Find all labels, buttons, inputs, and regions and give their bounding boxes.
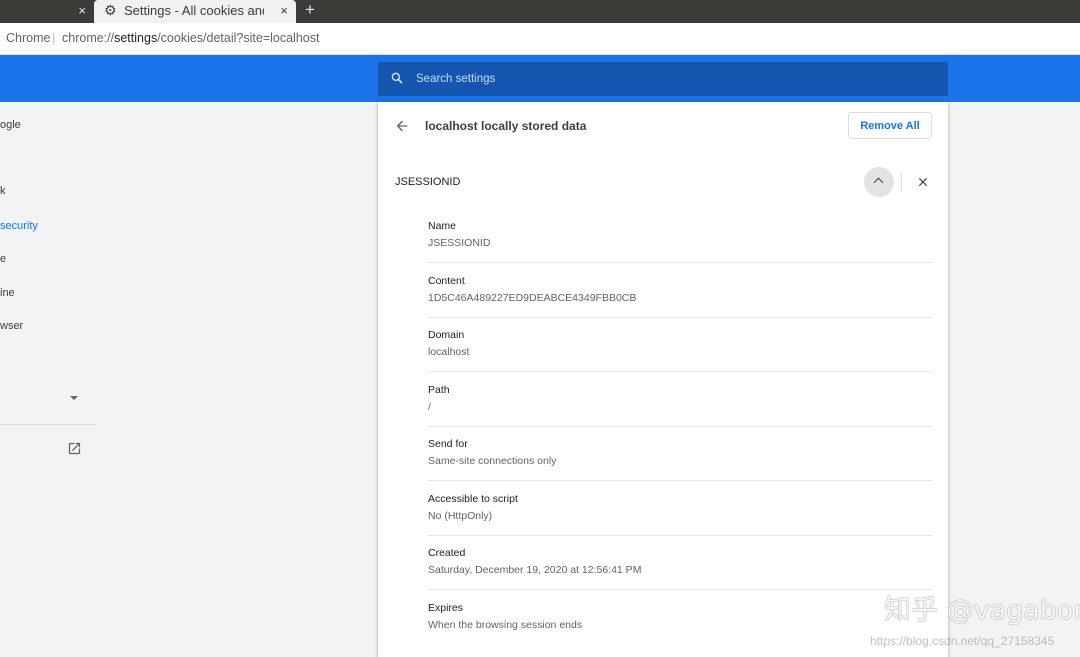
detail-label: Name — [428, 220, 457, 232]
detail-label: Content — [428, 275, 465, 287]
detail-value: Same-site connections only — [428, 455, 557, 467]
url-scheme: chrome:// — [62, 31, 115, 45]
detail-created: Created Saturday, December 19, 2020 at 1… — [428, 535, 932, 590]
detail-value: localhost — [428, 346, 470, 358]
watermark-url: https://blog.csdn.net/qq_27158345 — [870, 634, 1055, 648]
tab-title: Settings - All cookies and site data — [124, 3, 264, 18]
search-input[interactable] — [416, 62, 936, 96]
origin-label: Chrome — [6, 31, 51, 45]
detail-label: Accessible to script — [428, 493, 518, 505]
detail-value: / — [428, 401, 431, 413]
sidebar-item-autofill[interactable]: k — [0, 185, 6, 197]
detail-label: Path — [428, 384, 450, 396]
url-host: settings — [114, 31, 158, 45]
close-icon[interactable] — [916, 175, 930, 189]
detail-label: Expires — [428, 602, 464, 614]
detail-value: Saturday, December 19, 2020 at 12:56:41 … — [428, 564, 642, 576]
advanced-caret-icon[interactable] — [70, 396, 78, 400]
sidebar-item-search-engine[interactable]: ine — [0, 287, 15, 299]
detail-path: Path / — [428, 372, 932, 427]
back-arrow-icon[interactable] — [394, 118, 410, 134]
gear-icon: ⚙ — [104, 2, 117, 18]
detail-expires: Expires When the browsing session ends — [428, 590, 932, 645]
sidebar-item-default-browser[interactable]: wser — [0, 320, 23, 332]
url-text[interactable]: chrome://settings/cookies/detail?site=lo… — [62, 31, 319, 45]
detail-label: Send for — [428, 438, 468, 450]
new-tab-button[interactable]: + — [305, 0, 315, 20]
sidebar-item-privacy-security[interactable]: security — [0, 220, 38, 232]
sidebar-item-appearance[interactable]: e — [0, 253, 6, 265]
detail-label: Created — [428, 547, 466, 559]
search-box[interactable] — [378, 62, 948, 96]
detail-domain: Domain localhost — [428, 317, 932, 372]
detail-name: Name JSESSIONID — [428, 208, 932, 263]
detail-value: JSESSIONID — [428, 237, 491, 249]
remove-all-button[interactable]: Remove All — [848, 112, 932, 139]
collapse-button[interactable] — [864, 167, 894, 197]
sidebar-item-google[interactable]: ogle — [0, 119, 21, 131]
tab-previous[interactable]: × — [0, 0, 94, 23]
tab-strip: × ⚙ Settings - All cookies and site data… — [0, 0, 1080, 23]
search-icon — [391, 72, 403, 84]
detail-value: 1D5C46A489227ED9DEABCE4349FBB0CB — [428, 292, 637, 304]
cookie-name: JSESSIONID — [395, 176, 461, 188]
chevron-up-icon — [873, 177, 884, 188]
cookie-row: JSESSIONID — [378, 162, 948, 202]
sidebar-divider — [0, 424, 96, 425]
detail-label: Domain — [428, 329, 465, 341]
detail-value: When the browsing session ends — [428, 619, 583, 631]
site-data-card: localhost locally stored data Remove All… — [378, 102, 948, 657]
watermark-text: 知乎 @vagabond — [884, 595, 1080, 626]
detail-accessible-to-script: Accessible to script No (HttpOnly) — [428, 481, 932, 536]
page-title: localhost locally stored data — [425, 119, 587, 133]
tab-close-icon[interactable]: × — [280, 3, 288, 18]
origin-separator: | — [52, 31, 56, 45]
vertical-divider — [901, 172, 902, 192]
external-link-icon[interactable] — [67, 441, 82, 456]
detail-value: No (HttpOnly) — [428, 510, 493, 522]
sidebar: ogle k security e ine wser — [0, 102, 96, 657]
tab-settings[interactable]: ⚙ Settings - All cookies and site data × — [94, 0, 296, 23]
address-bar[interactable]: Chrome | chrome://settings/cookies/detai… — [0, 23, 1080, 55]
card-header: localhost locally stored data Remove All — [378, 102, 948, 150]
tab-close-icon[interactable]: × — [78, 3, 86, 18]
url-path: /cookies/detail?site=localhost — [157, 31, 320, 45]
detail-send-for: Send for Same-site connections only — [428, 426, 932, 481]
detail-content: Content 1D5C46A489227ED9DEABCE4349FBB0CB — [428, 263, 932, 318]
